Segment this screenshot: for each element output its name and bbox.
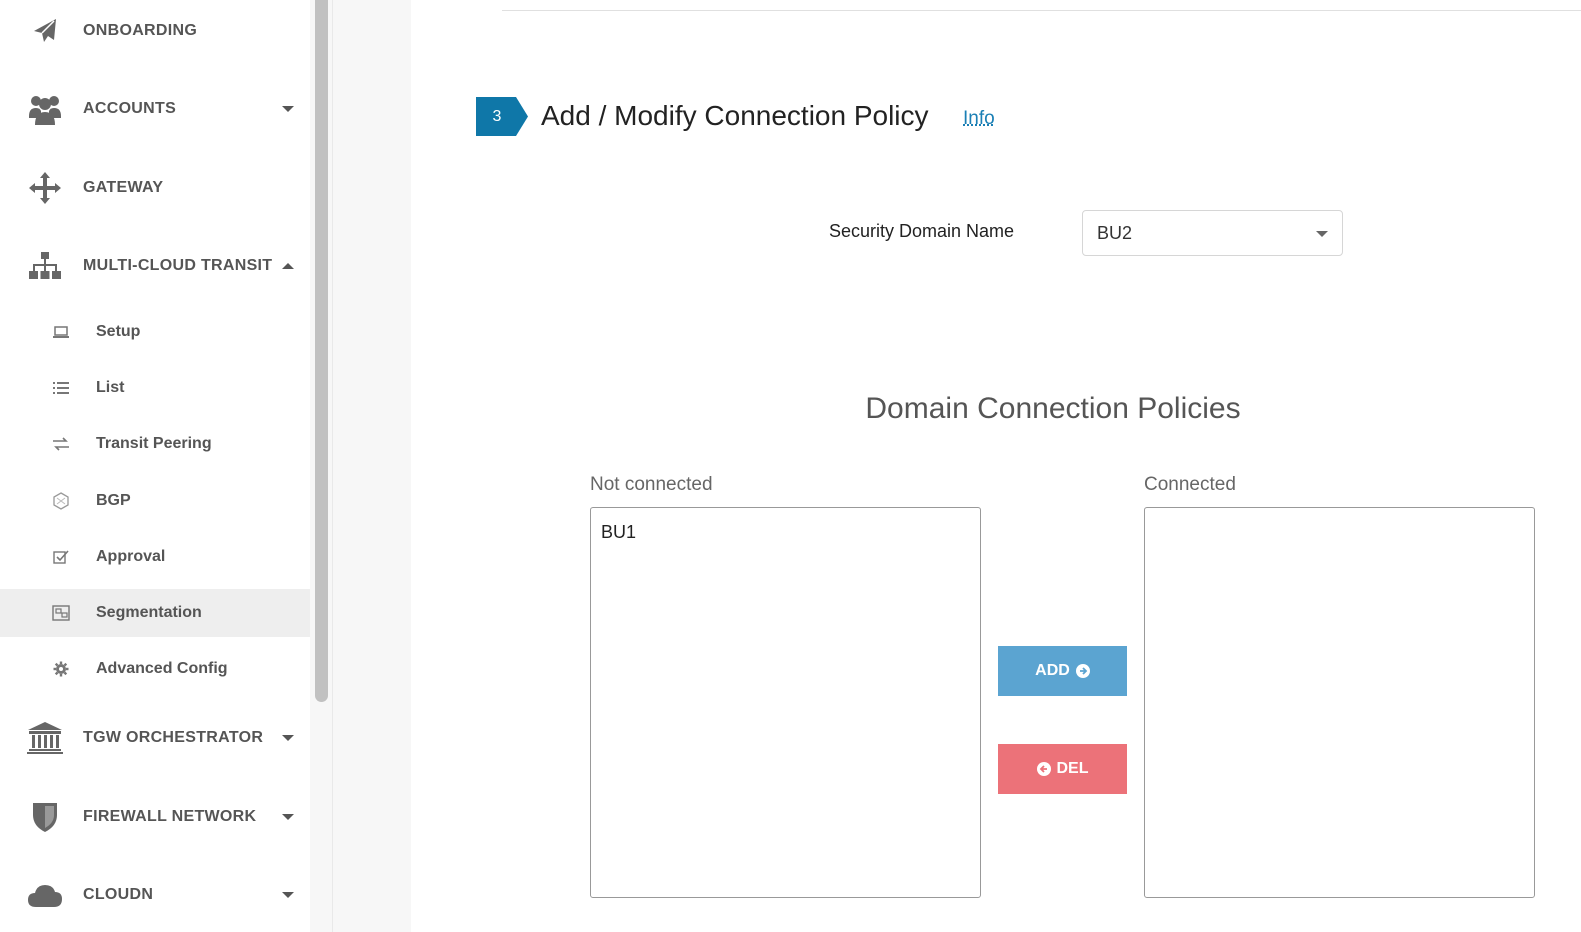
list-item[interactable]: BU1 [591, 508, 980, 543]
content-gutter [333, 0, 411, 932]
sidebar-scrollbar-thumb[interactable] [315, 0, 328, 702]
chevron-down-icon [282, 892, 294, 898]
bank-icon [26, 719, 64, 757]
sidebar-subitem-label: Setup [96, 323, 141, 340]
chevron-down-icon [282, 814, 294, 820]
security-domain-label: Security Domain Name [829, 221, 1015, 241]
sidebar-item-label: GATEWAY [83, 179, 164, 196]
sidebar-item-label: MULTI-CLOUD TRANSIT [83, 257, 273, 274]
sidebar: ONBOARDING ACCOUNTS GATEWAY MULTI-CLOUD … [0, 0, 311, 932]
chevron-up-icon [282, 263, 294, 269]
sidebar-subitem-label: Approval [96, 548, 166, 565]
plane-icon [26, 12, 64, 50]
add-button-label: ADD [1035, 662, 1070, 679]
sidebar-subitem-segmentation[interactable]: Segmentation [0, 589, 310, 637]
sidebar-subitem-setup[interactable]: Setup [0, 308, 310, 356]
sidebar-item-multi-cloud-transit[interactable]: MULTI-CLOUD TRANSIT [0, 236, 310, 296]
not-connected-label: Not connected [590, 474, 713, 495]
shield-icon [26, 798, 64, 836]
sidebar-item-firewall-network[interactable]: FIREWALL NETWORK [0, 787, 310, 847]
sidebar-item-label: ACCOUNTS [83, 100, 177, 117]
connected-label: Connected [1144, 474, 1236, 495]
sidebar-item-cloudn[interactable]: CLOUDN [0, 865, 310, 925]
chevron-down-icon [1316, 231, 1328, 237]
sidebar-item-onboarding[interactable]: ONBOARDING [0, 1, 310, 61]
sidebar-item-label: CLOUDN [83, 886, 154, 903]
del-button-label: DEL [1056, 760, 1089, 777]
sitemap-icon [26, 247, 64, 285]
sidebar-item-gateway[interactable]: GATEWAY [0, 158, 310, 218]
sidebar-item-label: TGW ORCHESTRATOR [83, 729, 264, 746]
add-button[interactable]: ADD [998, 646, 1127, 696]
sidebar-subitem-advanced-config[interactable]: Advanced Config [0, 645, 310, 693]
security-domain-select[interactable]: BU2 [1082, 210, 1343, 256]
bgp-icon [50, 490, 72, 512]
sidebar-subitem-transit-peering[interactable]: Transit Peering [0, 420, 310, 468]
segment-icon [50, 602, 72, 624]
sidebar-subitem-label: Transit Peering [96, 435, 212, 452]
step-number: 3 [492, 108, 502, 125]
info-link[interactable]: Info [963, 108, 995, 130]
sidebar-subitem-approval[interactable]: Approval [0, 533, 310, 581]
chevron-down-icon [282, 106, 294, 112]
move-arrows-icon [26, 169, 64, 207]
check-square-icon [50, 546, 72, 568]
not-connected-list[interactable]: BU1 [590, 507, 981, 898]
arrow-circle-right-icon [1075, 664, 1090, 678]
exchange-icon [50, 433, 72, 455]
sidebar-item-accounts[interactable]: ACCOUNTS [0, 79, 310, 139]
laptop-icon [50, 321, 72, 343]
sidebar-item-label: ONBOARDING [83, 22, 198, 39]
divider [502, 10, 1581, 11]
del-button[interactable]: DEL [998, 744, 1127, 794]
sidebar-subitem-label: Advanced Config [96, 660, 228, 677]
cog-icon [50, 658, 72, 680]
sidebar-subitem-label: Segmentation [96, 604, 202, 621]
sidebar-item-tgw-orchestrator[interactable]: TGW ORCHESTRATOR [0, 708, 310, 768]
policies-title-text: Domain Connection Policies [865, 392, 1241, 425]
sidebar-subitem-bgp[interactable]: BGP [0, 477, 310, 525]
section-title: Add / Modify Connection Policy [541, 100, 929, 131]
sidebar-item-label: FIREWALL NETWORK [83, 808, 257, 825]
cloud-icon [26, 876, 64, 914]
chevron-down-icon [282, 735, 294, 741]
users-icon [26, 90, 64, 128]
sidebar-subitem-label: BGP [96, 492, 131, 509]
policies-title: Domain Connection Policies [0, 392, 1581, 426]
connected-list[interactable] [1144, 507, 1535, 898]
security-domain-value: BU2 [1097, 223, 1133, 243]
arrow-circle-left-icon [1036, 762, 1051, 776]
